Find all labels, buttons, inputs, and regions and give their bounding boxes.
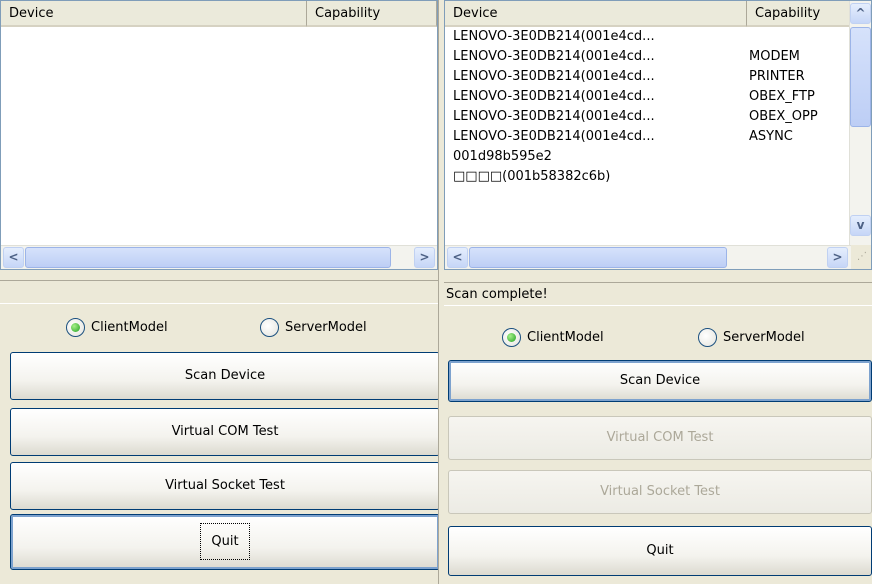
horizontal-scrollbar[interactable]: < >: [1, 245, 437, 269]
list-item-device[interactable]: LENOVO-3E0DB214(001e4cd...: [453, 47, 655, 67]
list-item-capability: MODEM: [749, 49, 800, 64]
virtual-socket-test-button[interactable]: Virtual Socket Test: [448, 470, 872, 514]
list-item-device[interactable]: □□□□(001b58382c6b): [453, 167, 610, 187]
right-panel: Device Capability LENOVO-3E0DB214(001e4c…: [444, 0, 872, 584]
scan-device-label: Scan Device: [619, 373, 701, 388]
scroll-right-icon[interactable]: >: [414, 247, 435, 268]
status-bar: Scan complete!: [444, 282, 872, 306]
column-header-device[interactable]: Device: [1, 1, 307, 27]
list-item-device[interactable]: LENOVO-3E0DB214(001e4cd...: [453, 27, 655, 47]
quit-label: Quit: [646, 543, 674, 558]
list-item-device[interactable]: LENOVO-3E0DB214(001e4cd...: [453, 127, 655, 147]
scan-device-button[interactable]: Scan Device: [10, 352, 440, 400]
scroll-left-icon[interactable]: <: [3, 247, 24, 268]
scan-device-label: Scan Device: [184, 368, 266, 383]
column-header-device[interactable]: Device: [445, 1, 747, 27]
server-model-radio[interactable]: ServerModel: [260, 316, 367, 338]
client-model-label: ClientModel: [527, 329, 604, 345]
virtual-com-test-label: Virtual COM Test: [606, 430, 714, 445]
list-item-device[interactable]: LENOVO-3E0DB214(001e4cd...: [453, 67, 655, 87]
radio-unselected-icon: [260, 317, 279, 337]
scroll-thumb[interactable]: [25, 247, 391, 268]
server-model-label: ServerModel: [723, 329, 805, 345]
horizontal-scrollbar[interactable]: < >: [445, 245, 851, 269]
radio-selected-icon: [66, 317, 85, 337]
quit-button[interactable]: Quit: [448, 526, 872, 576]
client-model-radio[interactable]: ClientModel: [66, 316, 168, 338]
quit-label: Quit: [200, 523, 250, 560]
radio-selected-icon: [502, 327, 521, 347]
quit-button[interactable]: Quit: [10, 514, 440, 570]
column-header-capability[interactable]: Capability: [747, 1, 851, 27]
device-list[interactable]: Device Capability LENOVO-3E0DB214(001e4c…: [444, 0, 872, 270]
virtual-com-test-label: Virtual COM Test: [171, 424, 279, 439]
list-item-capability: OBEX_OPP: [749, 109, 818, 124]
scroll-thumb[interactable]: [469, 247, 727, 268]
scan-device-button[interactable]: Scan Device: [448, 360, 872, 402]
radio-unselected-icon: [698, 327, 717, 347]
virtual-socket-test-label: Virtual Socket Test: [600, 484, 720, 499]
scroll-left-icon[interactable]: <: [447, 247, 468, 268]
scroll-down-icon[interactable]: v: [850, 215, 871, 236]
status-bar: [0, 280, 438, 304]
list-item-device[interactable]: LENOVO-3E0DB214(001e4cd...: [453, 87, 655, 107]
scroll-thumb[interactable]: [850, 27, 871, 127]
server-model-radio[interactable]: ServerModel: [698, 326, 805, 348]
device-rows: LENOVO-3E0DB214(001e4cd... LENOVO-3E0DB2…: [445, 27, 851, 245]
server-model-label: ServerModel: [285, 319, 367, 335]
scroll-up-icon[interactable]: ^: [850, 3, 871, 24]
column-header-capability[interactable]: Capability: [307, 1, 437, 27]
virtual-com-test-button[interactable]: Virtual COM Test: [448, 416, 872, 460]
list-item-capability: PRINTER: [749, 69, 805, 84]
virtual-socket-test-label: Virtual Socket Test: [165, 478, 285, 493]
list-item-device[interactable]: 001d98b595e2: [453, 147, 552, 167]
list-item-device[interactable]: LENOVO-3E0DB214(001e4cd...: [453, 107, 655, 127]
client-model-label: ClientModel: [91, 319, 168, 335]
virtual-com-test-button[interactable]: Virtual COM Test: [10, 408, 440, 456]
mode-selector: ClientModel ServerModel: [0, 312, 438, 340]
list-item-capability: ASYNC: [749, 129, 793, 144]
resize-grip-icon[interactable]: ⋰: [851, 245, 871, 269]
mode-selector: ClientModel ServerModel: [444, 322, 872, 350]
virtual-socket-test-button[interactable]: Virtual Socket Test: [10, 462, 440, 510]
left-panel: Device Capability < > ClientModel Server…: [0, 0, 440, 584]
list-item-capability: OBEX_FTP: [749, 89, 815, 104]
device-list[interactable]: Device Capability < >: [0, 0, 438, 270]
scroll-right-icon[interactable]: >: [827, 247, 848, 268]
vertical-scrollbar[interactable]: ^ v: [849, 1, 871, 245]
client-model-radio[interactable]: ClientModel: [502, 326, 604, 348]
